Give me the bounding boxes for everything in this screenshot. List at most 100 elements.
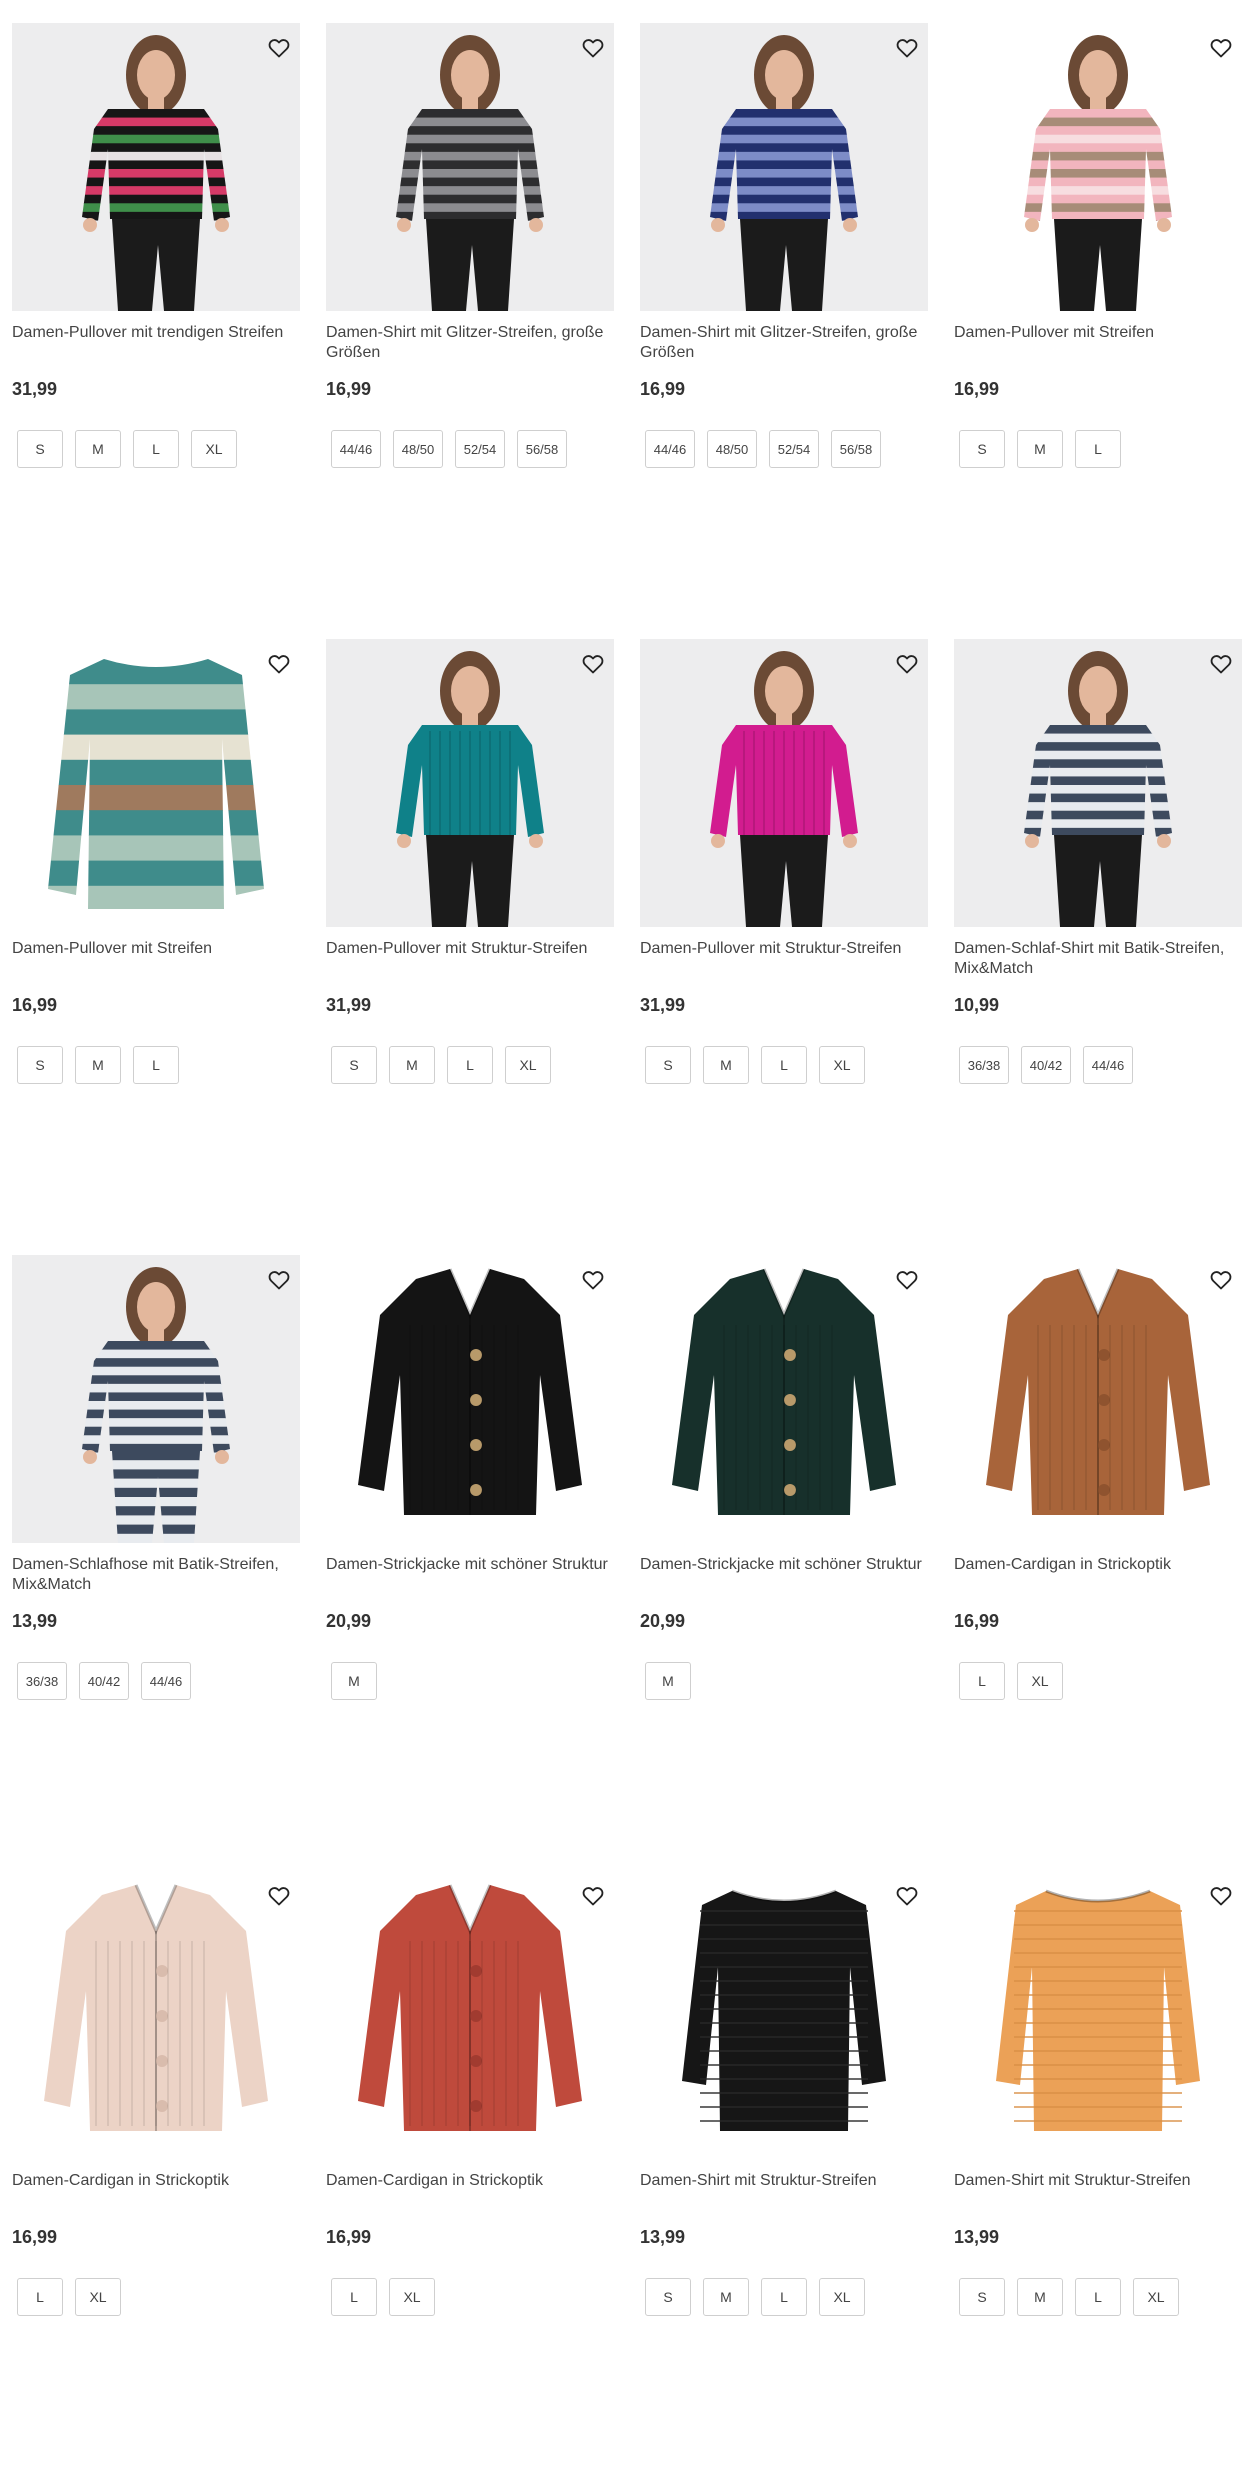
size-option[interactable]: 36/38 bbox=[17, 1662, 67, 1700]
size-option[interactable]: M bbox=[75, 430, 121, 468]
heart-outline-icon[interactable] bbox=[266, 651, 292, 677]
product-title[interactable]: Damen-Strickjacke mit schöner Struktur bbox=[326, 1555, 614, 1595]
size-option[interactable]: L bbox=[447, 1046, 493, 1084]
product-card[interactable]: Damen-Schlaf-Shirt mit Batik-Streifen, M… bbox=[954, 639, 1242, 1255]
product-card[interactable]: Damen-Pullover mit Streifen 16,99 SML bbox=[954, 23, 1242, 639]
product-title[interactable]: Damen-Shirt mit Glitzer-Streifen, große … bbox=[640, 323, 928, 363]
heart-outline-icon[interactable] bbox=[1208, 1883, 1234, 1909]
size-option[interactable]: M bbox=[389, 1046, 435, 1084]
size-option[interactable]: 48/50 bbox=[707, 430, 757, 468]
product-title[interactable]: Damen-Pullover mit Struktur-Streifen bbox=[326, 939, 614, 979]
product-image[interactable] bbox=[640, 639, 928, 927]
size-option[interactable]: L bbox=[761, 1046, 807, 1084]
heart-outline-icon[interactable] bbox=[1208, 1267, 1234, 1293]
product-image[interactable] bbox=[326, 639, 614, 927]
heart-outline-icon[interactable] bbox=[894, 1883, 920, 1909]
heart-outline-icon[interactable] bbox=[580, 651, 606, 677]
size-option[interactable]: S bbox=[17, 1046, 63, 1084]
product-card[interactable]: Damen-Schlafhose mit Batik-Streifen, Mix… bbox=[12, 1255, 300, 1871]
product-image[interactable] bbox=[12, 1871, 300, 2159]
heart-outline-icon[interactable] bbox=[894, 35, 920, 61]
product-card[interactable]: Damen-Shirt mit Struktur-Streifen 13,99 … bbox=[954, 1871, 1242, 2487]
size-option[interactable]: S bbox=[645, 1046, 691, 1084]
product-image[interactable] bbox=[12, 1255, 300, 1543]
size-option[interactable]: 56/58 bbox=[517, 430, 567, 468]
product-image[interactable] bbox=[326, 1871, 614, 2159]
heart-outline-icon[interactable] bbox=[580, 1267, 606, 1293]
product-title[interactable]: Damen-Pullover mit trendigen Streifen bbox=[12, 323, 300, 363]
product-card[interactable]: Damen-Shirt mit Struktur-Streifen 13,99 … bbox=[640, 1871, 928, 2487]
product-image[interactable] bbox=[12, 639, 300, 927]
size-option[interactable]: 40/42 bbox=[79, 1662, 129, 1700]
product-title[interactable]: Damen-Cardigan in Strickoptik bbox=[954, 1555, 1242, 1595]
size-option[interactable]: S bbox=[959, 430, 1005, 468]
heart-outline-icon[interactable] bbox=[266, 35, 292, 61]
size-option[interactable]: M bbox=[645, 1662, 691, 1700]
size-option[interactable]: M bbox=[703, 2278, 749, 2316]
product-card[interactable]: Damen-Pullover mit trendigen Streifen 31… bbox=[12, 23, 300, 639]
heart-outline-icon[interactable] bbox=[894, 651, 920, 677]
product-card[interactable]: Damen-Pullover mit Streifen 16,99 SML bbox=[12, 639, 300, 1255]
product-image[interactable] bbox=[12, 23, 300, 311]
size-option[interactable]: S bbox=[645, 2278, 691, 2316]
size-option[interactable]: L bbox=[1075, 430, 1121, 468]
product-title[interactable]: Damen-Strickjacke mit schöner Struktur bbox=[640, 1555, 928, 1595]
heart-outline-icon[interactable] bbox=[1208, 651, 1234, 677]
product-title[interactable]: Damen-Cardigan in Strickoptik bbox=[12, 2171, 300, 2211]
size-option[interactable]: 56/58 bbox=[831, 430, 881, 468]
size-option[interactable]: XL bbox=[1133, 2278, 1179, 2316]
size-option[interactable]: L bbox=[1075, 2278, 1121, 2316]
size-option[interactable]: M bbox=[1017, 2278, 1063, 2316]
product-image[interactable] bbox=[640, 1871, 928, 2159]
heart-outline-icon[interactable] bbox=[266, 1883, 292, 1909]
product-image[interactable] bbox=[954, 639, 1242, 927]
size-option[interactable]: 52/54 bbox=[455, 430, 505, 468]
product-title[interactable]: Damen-Schlaf-Shirt mit Batik-Streifen, M… bbox=[954, 939, 1242, 979]
product-image[interactable] bbox=[954, 1255, 1242, 1543]
product-card[interactable]: Damen-Pullover mit Struktur-Streifen 31,… bbox=[640, 639, 928, 1255]
heart-outline-icon[interactable] bbox=[580, 1883, 606, 1909]
size-option[interactable]: XL bbox=[389, 2278, 435, 2316]
size-option[interactable]: XL bbox=[505, 1046, 551, 1084]
product-card[interactable]: Damen-Strickjacke mit schöner Struktur 2… bbox=[640, 1255, 928, 1871]
product-image[interactable] bbox=[954, 23, 1242, 311]
size-option[interactable]: M bbox=[1017, 430, 1063, 468]
size-option[interactable]: 40/42 bbox=[1021, 1046, 1071, 1084]
size-option[interactable]: S bbox=[959, 2278, 1005, 2316]
product-card[interactable]: Damen-Shirt mit Glitzer-Streifen, große … bbox=[326, 23, 614, 639]
product-card[interactable]: Damen-Cardigan in Strickoptik 16,99 L XL bbox=[954, 1255, 1242, 1871]
product-card[interactable]: Damen-Strickjacke mit schöner Struktur 2… bbox=[326, 1255, 614, 1871]
size-option[interactable]: L bbox=[133, 430, 179, 468]
size-option[interactable]: M bbox=[75, 1046, 121, 1084]
product-title[interactable]: Damen-Shirt mit Glitzer-Streifen, große … bbox=[326, 323, 614, 363]
size-option[interactable]: 44/46 bbox=[331, 430, 381, 468]
size-option[interactable]: XL bbox=[191, 430, 237, 468]
size-option[interactable]: S bbox=[17, 430, 63, 468]
size-option[interactable]: L bbox=[331, 2278, 377, 2316]
size-option[interactable]: 48/50 bbox=[393, 430, 443, 468]
product-image[interactable] bbox=[640, 23, 928, 311]
product-image[interactable] bbox=[954, 1871, 1242, 2159]
heart-outline-icon[interactable] bbox=[894, 1267, 920, 1293]
size-option[interactable]: S bbox=[331, 1046, 377, 1084]
product-title[interactable]: Damen-Cardigan in Strickoptik bbox=[326, 2171, 614, 2211]
product-card[interactable]: Damen-Cardigan in Strickoptik 16,99 L XL bbox=[326, 1871, 614, 2487]
size-option[interactable]: 36/38 bbox=[959, 1046, 1009, 1084]
product-title[interactable]: Damen-Pullover mit Streifen bbox=[954, 323, 1242, 363]
product-image[interactable] bbox=[326, 1255, 614, 1543]
size-option[interactable]: L bbox=[17, 2278, 63, 2316]
product-card[interactable]: Damen-Cardigan in Strickoptik 16,99 L XL bbox=[12, 1871, 300, 2487]
product-image[interactable] bbox=[326, 23, 614, 311]
size-option[interactable]: XL bbox=[819, 1046, 865, 1084]
product-title[interactable]: Damen-Pullover mit Struktur-Streifen bbox=[640, 939, 928, 979]
size-option[interactable]: 44/46 bbox=[1083, 1046, 1133, 1084]
size-option[interactable]: 52/54 bbox=[769, 430, 819, 468]
size-option[interactable]: L bbox=[959, 1662, 1005, 1700]
product-card[interactable]: Damen-Pullover mit Struktur-Streifen 31,… bbox=[326, 639, 614, 1255]
size-option[interactable]: 44/46 bbox=[645, 430, 695, 468]
heart-outline-icon[interactable] bbox=[266, 1267, 292, 1293]
size-option[interactable]: M bbox=[703, 1046, 749, 1084]
product-title[interactable]: Damen-Shirt mit Struktur-Streifen bbox=[954, 2171, 1242, 2211]
product-title[interactable]: Damen-Pullover mit Streifen bbox=[12, 939, 300, 979]
product-title[interactable]: Damen-Schlafhose mit Batik-Streifen, Mix… bbox=[12, 1555, 300, 1595]
